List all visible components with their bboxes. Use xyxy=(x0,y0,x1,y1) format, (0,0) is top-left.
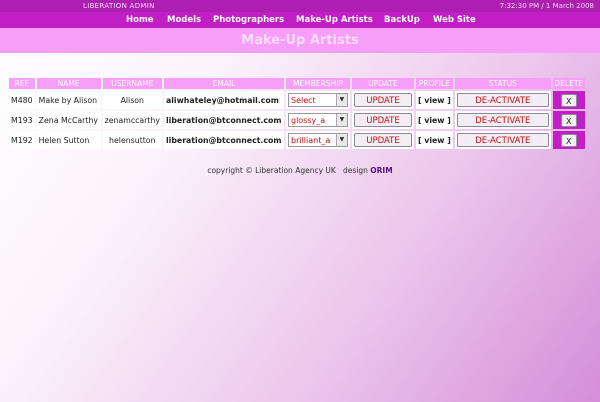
table-row: M192 Helen Sutton helensutton liberation… xyxy=(9,131,585,149)
username-cell: Alison xyxy=(102,91,162,109)
col-status: STATUS xyxy=(454,78,551,89)
email-cell: liberation@btconnect.com xyxy=(163,111,284,129)
membership-value: brilliant_a xyxy=(290,136,331,145)
nav-photographers[interactable]: Photographers xyxy=(213,12,284,28)
delete-button[interactable]: X xyxy=(560,113,577,127)
deactivate-button[interactable]: DE-ACTIVATE xyxy=(456,133,549,147)
status-cell: DE-ACTIVATE xyxy=(454,91,551,109)
membership-cell: Select ▼ xyxy=(285,91,350,109)
designer-link[interactable]: ORIM xyxy=(370,166,392,175)
artists-table: REF NAME USERNAME EMAIL MEMBERSHIP UPDAT… xyxy=(7,76,587,151)
footer: copyright © Liberation Agency UK design … xyxy=(0,166,600,175)
design-label: design xyxy=(342,166,368,175)
copyright-text: copyright © Liberation Agency UK xyxy=(207,166,336,175)
col-name: NAME xyxy=(36,78,101,89)
nav-models[interactable]: Models xyxy=(167,12,201,28)
ref-cell: M192 xyxy=(9,131,35,149)
name-cell: Make by Alison xyxy=(36,91,101,109)
delete-cell: X xyxy=(552,131,585,149)
view-profile-link[interactable]: [ view ] xyxy=(418,136,451,145)
profile-cell: [ view ] xyxy=(415,131,453,149)
main-nav: Home Models Photographers Make-Up Artist… xyxy=(0,12,600,28)
page-title: Make-Up Artists xyxy=(0,28,600,53)
status-cell: DE-ACTIVATE xyxy=(454,131,551,149)
update-button[interactable]: UPDATE xyxy=(353,133,412,147)
delete-cell: X xyxy=(552,111,585,129)
table-header-row: REF NAME USERNAME EMAIL MEMBERSHIP UPDAT… xyxy=(9,78,585,89)
nav-backup[interactable]: BackUp xyxy=(384,12,420,28)
update-button[interactable]: UPDATE xyxy=(353,93,412,107)
top-status-bar: LIBERATION ADMIN 7:32:30 PM / 1 March 20… xyxy=(0,0,600,12)
app-name: LIBERATION ADMIN xyxy=(83,2,155,10)
delete-cell: X xyxy=(552,91,585,109)
chevron-down-icon: ▼ xyxy=(335,134,347,146)
update-cell: UPDATE xyxy=(351,111,414,129)
table-row: M480 Make by Alison Alison aliwhateley@h… xyxy=(9,91,585,109)
ref-cell: M480 xyxy=(9,91,35,109)
col-email: EMAIL xyxy=(163,78,284,89)
name-cell: Zena McCarthy xyxy=(36,111,101,129)
col-delete: DELETE xyxy=(552,78,585,89)
update-button[interactable]: UPDATE xyxy=(353,113,412,127)
view-profile-link[interactable]: [ view ] xyxy=(418,116,451,125)
chevron-down-icon: ▼ xyxy=(335,114,347,126)
email-cell: liberation@btconnect.com xyxy=(163,131,284,149)
nav-home[interactable]: Home xyxy=(126,12,154,28)
membership-select[interactable]: Select ▼ xyxy=(287,93,348,107)
profile-cell: [ view ] xyxy=(415,111,453,129)
membership-select[interactable]: glossy_a ▼ xyxy=(287,113,348,127)
membership-cell: brilliant_a ▼ xyxy=(285,131,350,149)
membership-value: Select xyxy=(290,96,316,105)
col-update: UPDATE xyxy=(351,78,414,89)
name-cell: Helen Sutton xyxy=(36,131,101,149)
membership-select[interactable]: brilliant_a ▼ xyxy=(287,133,348,147)
username-cell: helensutton xyxy=(102,131,162,149)
delete-button[interactable]: X xyxy=(560,93,577,107)
col-ref: REF xyxy=(9,78,35,89)
deactivate-button[interactable]: DE-ACTIVATE xyxy=(456,93,549,107)
update-cell: UPDATE xyxy=(351,131,414,149)
view-profile-link[interactable]: [ view ] xyxy=(418,96,451,105)
status-cell: DE-ACTIVATE xyxy=(454,111,551,129)
deactivate-button[interactable]: DE-ACTIVATE xyxy=(456,113,549,127)
update-cell: UPDATE xyxy=(351,91,414,109)
membership-value: glossy_a xyxy=(290,116,326,125)
profile-cell: [ view ] xyxy=(415,91,453,109)
username-cell: zenamccarthy xyxy=(102,111,162,129)
membership-cell: glossy_a ▼ xyxy=(285,111,350,129)
ref-cell: M193 xyxy=(9,111,35,129)
nav-web-site[interactable]: Web Site xyxy=(433,12,476,28)
delete-button[interactable]: X xyxy=(560,133,577,147)
email-cell: aliwhateley@hotmail.com xyxy=(163,91,284,109)
chevron-down-icon: ▼ xyxy=(335,94,347,106)
datetime: 7:32:30 PM / 1 March 2008 xyxy=(499,2,594,10)
table-row: M193 Zena McCarthy zenamccarthy liberati… xyxy=(9,111,585,129)
col-membership: MEMBERSHIP xyxy=(285,78,350,89)
col-username: USERNAME xyxy=(102,78,162,89)
col-profile: PROFILE xyxy=(415,78,453,89)
nav-make-up-artists[interactable]: Make-Up Artists xyxy=(296,12,373,28)
